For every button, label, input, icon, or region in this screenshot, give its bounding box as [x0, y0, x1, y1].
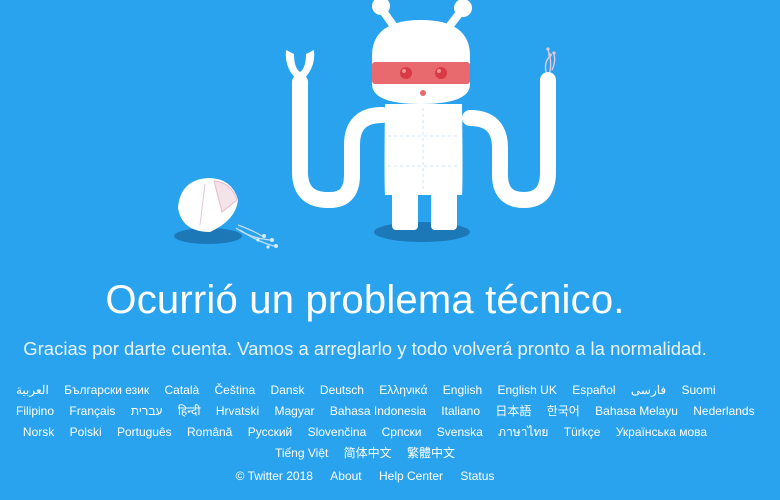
language-link[interactable]: हिन्दी [178, 404, 201, 418]
language-link[interactable]: 简体中文 [344, 446, 392, 460]
footer: © Twitter 2018 About Help Center Status [0, 469, 730, 483]
language-link[interactable]: Français [69, 404, 115, 418]
footer-link-help-center[interactable]: Help Center [379, 469, 443, 483]
robot-mouth [420, 90, 426, 96]
language-link[interactable]: Català [164, 383, 199, 397]
robot-body [384, 104, 463, 230]
language-link[interactable]: Norsk [23, 425, 54, 439]
robot-head [372, 20, 470, 104]
robot-right-arm [462, 47, 556, 209]
language-link[interactable]: Bahasa Melayu [595, 404, 678, 418]
language-link[interactable]: Русский [248, 425, 293, 439]
copyright: © Twitter 2018 [235, 469, 313, 483]
footer-link-status[interactable]: Status [460, 469, 494, 483]
language-link[interactable]: Español [572, 383, 615, 397]
language-link[interactable]: Hrvatski [216, 404, 259, 418]
language-link[interactable]: Suomi [682, 383, 716, 397]
language-link[interactable]: Filipino [16, 404, 54, 418]
language-link[interactable]: English UK [497, 383, 556, 397]
language-link[interactable]: Dansk [271, 383, 305, 397]
language-link[interactable]: Português [117, 425, 172, 439]
language-link[interactable]: 日本語 [495, 404, 531, 418]
language-link[interactable]: Italiano [441, 404, 480, 418]
language-link[interactable]: 한국어 [547, 404, 580, 418]
language-link[interactable]: Slovenčina [308, 425, 367, 439]
language-link[interactable]: Bahasa Indonesia [330, 404, 426, 418]
robot-left-leg [392, 192, 418, 230]
language-link[interactable]: Čeština [215, 383, 256, 397]
robot-right-leg [431, 192, 457, 230]
language-link[interactable]: Magyar [275, 404, 315, 418]
footer-link-about[interactable]: About [330, 469, 361, 483]
language-row: Norsk Polski Português Română Русский Sl… [10, 422, 720, 443]
robot-right-eye [435, 67, 447, 79]
language-link[interactable]: Türkçe [564, 425, 601, 439]
language-link[interactable]: Tiếng Việt [275, 446, 328, 460]
language-link[interactable]: ภาษาไทย [498, 425, 548, 439]
language-link[interactable]: Ελληνικά [379, 383, 427, 397]
robot-left-arm [285, 50, 390, 208]
language-link[interactable]: Српски [382, 425, 422, 439]
language-link[interactable]: Български език [64, 383, 149, 397]
language-link[interactable]: فارسی [631, 383, 666, 397]
language-link[interactable]: Deutsch [320, 383, 364, 397]
broken-robot-illustration [174, 0, 556, 249]
language-row: Tiếng Việt 简体中文 繁體中文 [10, 443, 720, 464]
language-link[interactable]: Svenska [437, 425, 483, 439]
error-message: Gracias por darte cuenta. Vamos a arregl… [23, 338, 707, 359]
language-list: العربية Български език Català Čeština Da… [10, 380, 755, 464]
language-row: العربية Български език Català Čeština Da… [10, 380, 720, 401]
language-link[interactable]: עברית [131, 404, 163, 418]
language-link[interactable]: 繁體中文 [407, 446, 455, 460]
error-title: Ocurrió un problema técnico. [105, 278, 625, 322]
language-link[interactable]: Українська мова [616, 425, 707, 439]
language-link[interactable]: Română [187, 425, 232, 439]
language-link[interactable]: Nederlands [693, 404, 754, 418]
language-link[interactable]: العربية [16, 383, 49, 397]
language-link[interactable]: Polski [70, 425, 102, 439]
robot-visor [372, 62, 470, 84]
language-link[interactable]: English [443, 383, 482, 397]
language-row: Filipino Français עברית हिन्दी Hrvatski … [10, 401, 755, 422]
robot-left-eye [400, 67, 412, 79]
